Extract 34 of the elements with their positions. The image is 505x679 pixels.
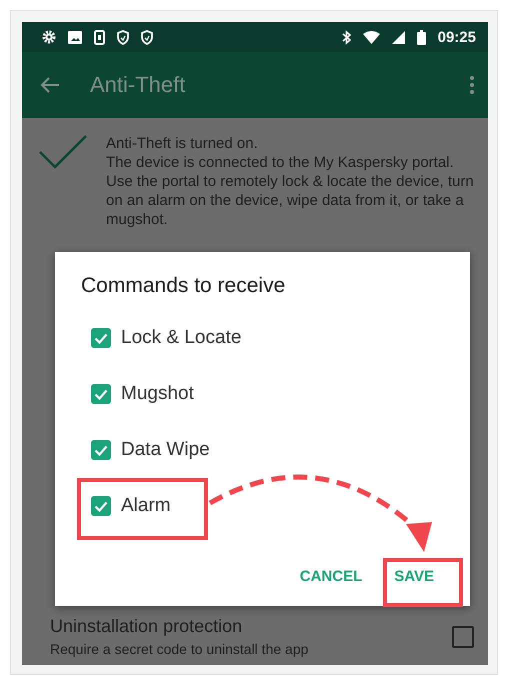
wifi-icon: [362, 30, 380, 44]
shield-icon: [117, 30, 129, 44]
checkbox[interactable]: [91, 440, 111, 460]
screen-title: Anti-Theft: [90, 72, 186, 98]
gear-icon: [42, 30, 56, 44]
clock-time: 09:25: [438, 28, 476, 46]
status-description: The device is connected to the My Kaspersky portal. Use the portal to remotely lock & locate the device, turn on an alarm on the device, wipe data from it, or take a mugshot.: [106, 153, 474, 229]
setting-title: Uninstallation protection: [50, 616, 244, 637]
checkbox[interactable]: [91, 384, 111, 404]
setting-checkbox[interactable]: [452, 626, 474, 648]
phone-icon: [94, 30, 105, 44]
signal-icon: [392, 30, 405, 44]
more-menu-icon[interactable]: [470, 76, 474, 94]
checkbox[interactable]: [91, 328, 111, 348]
option-label: Lock & Locate: [121, 327, 242, 349]
option-label: Data Wipe: [121, 439, 210, 461]
option-label: Mugshot: [121, 383, 194, 405]
check-icon: [94, 500, 108, 512]
bluetooth-icon: [342, 30, 351, 44]
check-icon: [94, 332, 108, 344]
battery-icon: [416, 30, 426, 44]
back-arrow-icon[interactable]: [40, 77, 60, 93]
dialog-button[interactable]: CANCEL: [286, 560, 376, 593]
dialog-button[interactable]: SAVE: [380, 560, 448, 593]
check-icon: [94, 388, 108, 400]
option-label: Alarm: [121, 495, 171, 517]
status-heading: Anti-Theft is turned on.: [106, 134, 259, 153]
checkmark-icon: [38, 134, 88, 170]
check-icon: [94, 444, 108, 456]
shield-icon: [141, 30, 153, 44]
setting-description: Require a secret code to uninstall the app: [50, 641, 310, 657]
image-icon: [68, 30, 82, 44]
dialog-title: Commands to receive: [81, 274, 286, 298]
checkbox[interactable]: [91, 496, 111, 516]
